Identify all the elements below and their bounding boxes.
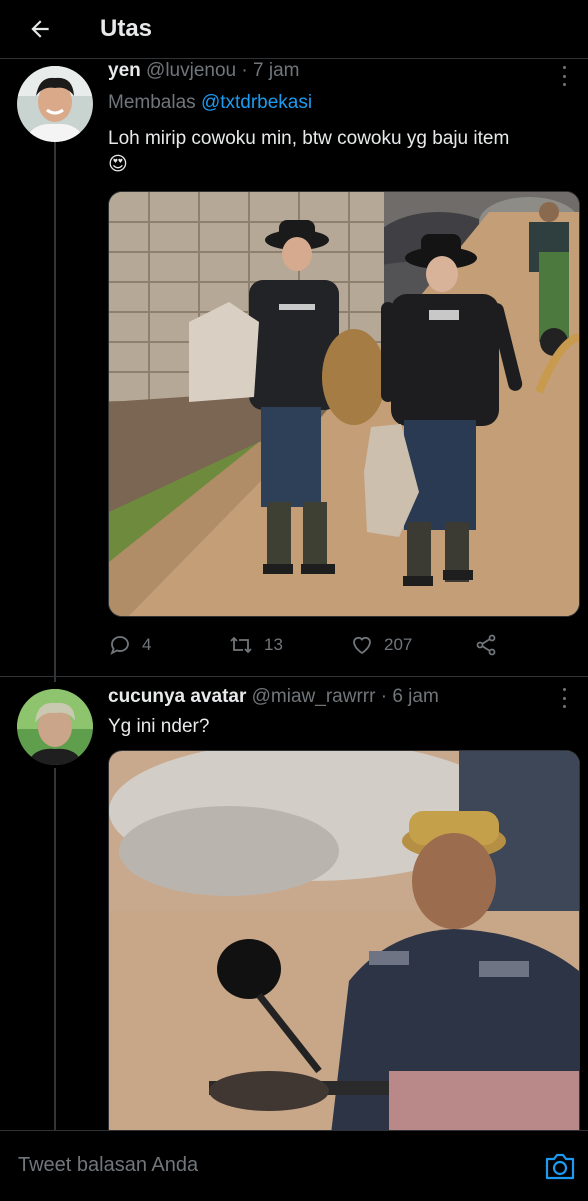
avatar[interactable] — [17, 66, 93, 142]
display-name[interactable]: cucunya avatar — [108, 686, 246, 707]
page-title: Utas — [100, 15, 153, 42]
tweet-text: Loh mirip cowoku min, btw cowoku yg baju… — [108, 126, 578, 178]
top-bar: Utas — [0, 0, 588, 59]
tweet-photo[interactable] — [108, 750, 580, 1151]
retweet-button[interactable]: 13 — [228, 633, 350, 657]
retweet-count: 13 — [264, 635, 283, 654]
timestamp[interactable]: · 7 jam — [241, 60, 299, 81]
tweet-body: Yg ini nder? — [108, 716, 210, 737]
share-icon — [476, 634, 496, 656]
tweet-body: Loh mirip cowoku min, btw cowoku yg baju… — [108, 128, 510, 149]
thread-line — [54, 768, 56, 1130]
share-button[interactable] — [474, 633, 508, 657]
photo-image — [109, 192, 579, 616]
reply-count: 4 — [142, 635, 152, 654]
reply-input[interactable] — [16, 1153, 520, 1178]
camera-icon — [545, 1153, 575, 1180]
tweet-photo[interactable] — [108, 191, 580, 617]
camera-button[interactable] — [544, 1151, 576, 1181]
tweet-text: Yg ini nder? — [108, 714, 578, 740]
more-options-button[interactable] — [554, 66, 574, 86]
retweet-icon — [230, 636, 252, 654]
mention-link[interactable]: @txtdrbekasi — [201, 92, 312, 113]
avatar[interactable] — [17, 689, 93, 765]
reply-icon — [110, 636, 129, 655]
reply-bar — [0, 1130, 588, 1201]
tweet-actions: 4 13 207 — [108, 630, 528, 660]
tweet-header: cucunya avatar @miaw_rawrrr · 6 jam — [108, 686, 439, 708]
timestamp[interactable]: · 6 jam — [381, 686, 439, 707]
thread-line — [54, 142, 56, 682]
back-button[interactable] — [20, 9, 60, 49]
arrow-left-icon — [31, 20, 49, 38]
replying-to: Membalas @txtdrbekasi — [108, 92, 312, 114]
photo-image — [109, 751, 579, 1151]
like-button[interactable]: 207 — [350, 633, 474, 657]
more-options-button[interactable] — [554, 688, 574, 708]
display-name[interactable]: yen — [108, 60, 141, 81]
like-count: 207 — [384, 635, 413, 654]
divider — [0, 676, 588, 677]
user-handle[interactable]: @miaw_rawrrr — [252, 686, 376, 707]
user-handle[interactable]: @luvjenou — [146, 60, 236, 81]
emoji: 😍 — [108, 154, 128, 175]
replying-to-label: Membalas — [108, 92, 196, 113]
reply-button[interactable]: 4 — [108, 633, 228, 657]
heart-icon — [353, 636, 371, 655]
tweet-header: yen @luvjenou · 7 jam — [108, 60, 299, 82]
